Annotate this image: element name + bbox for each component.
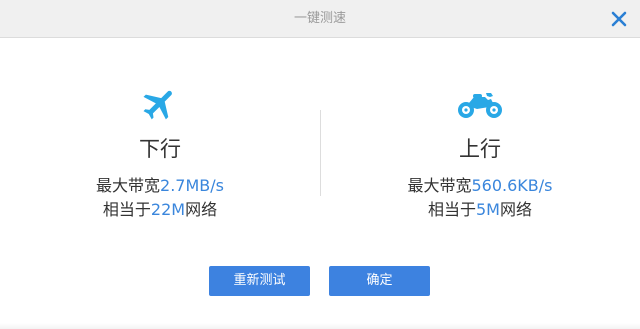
upload-network: 相当于5M网络 [320, 198, 640, 222]
upload-bandwidth-prefix: 最大带宽 [407, 176, 472, 195]
upload-bandwidth-value: 560.6KB/s [471, 176, 553, 195]
motorcycle-icon [458, 93, 502, 118]
title-bar: 一键测速 [0, 0, 640, 38]
upload-network-suffix: 网络 [499, 200, 532, 219]
download-network-prefix: 相当于 [102, 200, 151, 219]
download-bandwidth: 最大带宽2.7MB/s [0, 174, 320, 198]
upload-label: 上行 [459, 137, 501, 161]
confirm-button[interactable]: 确定 [329, 266, 430, 296]
bottom-edge [0, 323, 640, 329]
upload-bandwidth: 最大带宽560.6KB/s [320, 174, 640, 198]
download-bandwidth-value: 2.7MB/s [160, 176, 224, 195]
airplane-icon [143, 90, 172, 120]
close-button[interactable] [610, 10, 628, 28]
download-network-suffix: 网络 [185, 200, 218, 219]
upload-network-prefix: 相当于 [427, 200, 476, 219]
close-icon [611, 11, 627, 27]
speed-test-dialog: 一键测速 下行 最大带宽2.7MB/s 相当于22M网络 上行 最大带宽560.… [0, 0, 640, 329]
upload-network-value: 5M [476, 200, 500, 219]
dialog-title: 一键测速 [293, 11, 346, 26]
retest-button[interactable]: 重新测试 [209, 266, 310, 296]
download-bandwidth-prefix: 最大带宽 [96, 176, 161, 195]
download-label: 下行 [139, 137, 181, 161]
upload-panel: 上行 最大带宽560.6KB/s 相当于5M网络 [320, 84, 640, 222]
download-network: 相当于22M网络 [0, 198, 320, 222]
download-panel: 下行 最大带宽2.7MB/s 相当于22M网络 [0, 84, 320, 222]
download-network-value: 22M [150, 200, 186, 219]
